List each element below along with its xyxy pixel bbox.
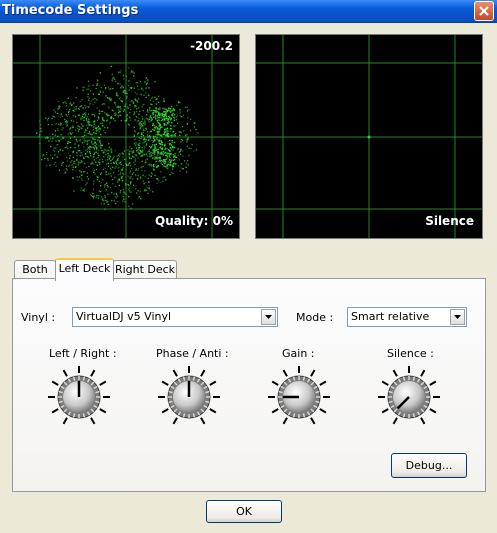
tab-both[interactable]: Both: [14, 260, 56, 279]
chevron-down-icon: [265, 315, 272, 319]
chevron-down-icon: [454, 315, 461, 319]
close-icon: [479, 6, 489, 16]
window-title: Timecode Settings: [2, 3, 139, 18]
knob-label-phase-anti: Phase / Anti :: [156, 347, 229, 360]
mode-dropdown-button[interactable]: [450, 309, 465, 325]
close-button[interactable]: [474, 1, 494, 21]
knob-dial: [268, 366, 330, 425]
mode-value: Smart relative: [351, 310, 430, 323]
deck-panel: Vinyl : VirtualDJ v5 Vinyl Mode : Smart …: [12, 278, 486, 492]
knob-label-gain: Gain :: [282, 347, 315, 360]
left-scope: -200.2 Quality: 0%: [12, 34, 240, 239]
knob-dial: [378, 366, 440, 425]
vinyl-dropdown-button[interactable]: [261, 309, 276, 325]
scope-quality: Quality: 0%: [155, 214, 233, 228]
knob-label-left-right: Left / Right :: [49, 347, 117, 360]
scope-status: Silence: [425, 214, 474, 228]
knob-label-silence: Silence :: [387, 347, 434, 360]
tab-right-deck[interactable]: Right Deck: [113, 260, 177, 279]
silence-knob[interactable]: [377, 365, 441, 429]
scope-value: -200.2: [190, 39, 233, 53]
mode-select[interactable]: Smart relative: [347, 307, 467, 327]
right-scope-plot: [256, 35, 482, 238]
debug-button[interactable]: Debug...: [391, 453, 467, 478]
mode-label: Mode :: [296, 311, 334, 324]
phase-anti-knob[interactable]: [157, 365, 221, 429]
ok-button[interactable]: OK: [206, 500, 282, 523]
knob-dial: [48, 366, 110, 425]
vinyl-select[interactable]: VirtualDJ v5 Vinyl: [72, 307, 278, 327]
right-scope: Silence: [255, 34, 483, 239]
knob-dial: [158, 366, 220, 425]
left-scope-plot: [13, 35, 239, 238]
title-bar: Timecode Settings: [0, 0, 497, 23]
gain-knob[interactable]: [267, 365, 331, 429]
left-right-knob[interactable]: [47, 365, 111, 429]
tab-left-deck[interactable]: Left Deck: [55, 258, 114, 281]
vinyl-value: VirtualDJ v5 Vinyl: [76, 310, 172, 323]
vinyl-label: Vinyl :: [21, 311, 56, 324]
